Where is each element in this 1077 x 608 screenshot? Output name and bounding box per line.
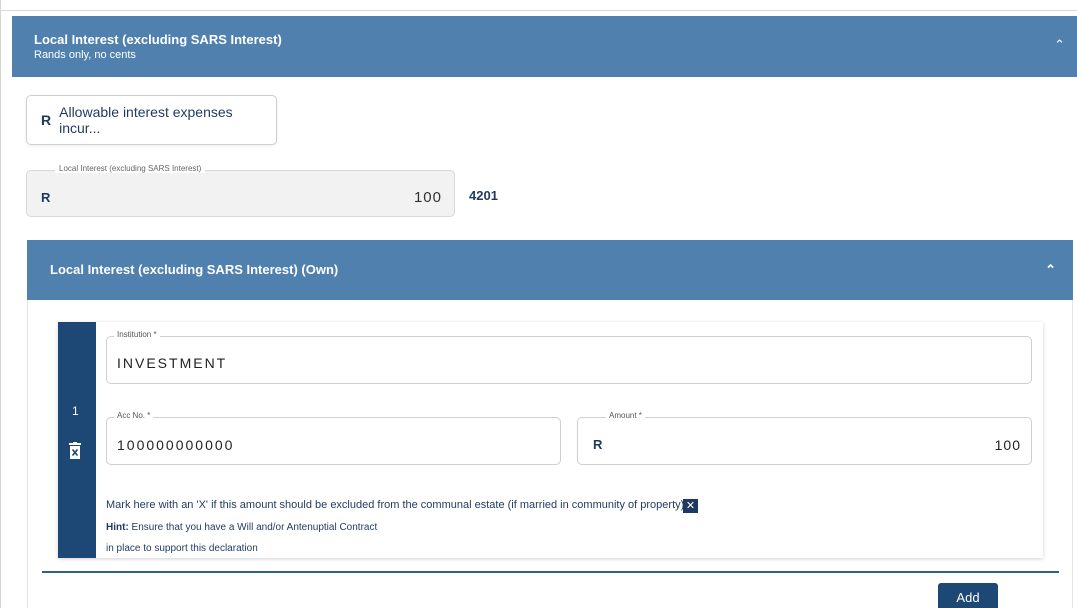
account-number-label: Acc No. * [114, 411, 154, 420]
entry-index-strip [58, 322, 96, 558]
currency-symbol: R [41, 190, 51, 205]
currency-symbol: R [593, 437, 603, 452]
allowable-interest-button[interactable]: R Allowable interest expenses incur... [26, 95, 277, 145]
currency-symbol: R [41, 112, 52, 128]
field-code: 4201 [469, 188, 498, 203]
window-border-top [0, 10, 1077, 11]
chevron-up-icon[interactable]: ⌃ [1045, 262, 1056, 278]
allowable-interest-label: Allowable interest expenses incur... [59, 104, 233, 136]
amount-value: 100 [994, 437, 1021, 453]
chevron-up-icon[interactable]: ⌃ [1054, 37, 1065, 53]
institution-value: INVESTMENT [117, 355, 228, 371]
hint-prefix: Hint: [106, 522, 129, 533]
local-interest-total-field: Local Interest (excluding SARS Interest)… [26, 164, 455, 217]
account-number-field[interactable]: Acc No. * 100000000000 [106, 411, 561, 465]
main-section-subtitle: Rands only, no cents [34, 49, 136, 61]
section-divider [42, 571, 1059, 573]
main-section-title: Local Interest (excluding SARS Interest) [34, 32, 282, 47]
hint-text-1: Ensure that you have a Will and/or Anten… [128, 522, 378, 533]
entry-index: 1 [72, 404, 79, 418]
local-interest-total-value: 100 [413, 189, 442, 206]
main-section-header[interactable]: Local Interest (excluding SARS Interest)… [12, 16, 1077, 77]
own-section-title: Local Interest (excluding SARS Interest)… [50, 262, 339, 277]
add-button[interactable]: Add [938, 583, 998, 608]
own-section-header[interactable]: Local Interest (excluding SARS Interest)… [27, 240, 1073, 300]
institution-field[interactable]: Institution * INVESTMENT [106, 330, 1032, 384]
hint-line-2: in place to support this declaration [106, 543, 258, 554]
exclude-from-estate-text: Mark here with an 'X' if this amount sho… [106, 499, 685, 511]
exclude-checkbox-checked-icon[interactable]: ✕ [683, 499, 698, 513]
account-number-value: 100000000000 [117, 437, 235, 453]
amount-field[interactable]: Amount * R 100 [577, 411, 1032, 465]
amount-label: Amount * [606, 411, 645, 420]
hint-line-1: Hint: Ensure that you have a Will and/or… [106, 522, 377, 533]
institution-label: Institution * [114, 330, 160, 339]
window-border-left [0, 0, 1, 608]
trash-icon[interactable] [68, 442, 82, 460]
local-interest-total-label: Local Interest (excluding SARS Interest) [55, 164, 206, 173]
